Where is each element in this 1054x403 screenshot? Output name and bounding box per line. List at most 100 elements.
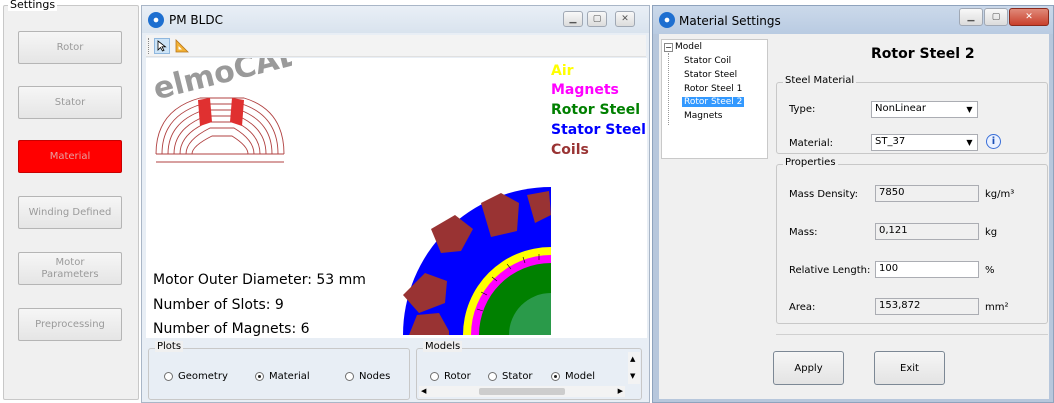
legend-air: Air — [551, 63, 574, 79]
material-label: Material: — [789, 138, 833, 149]
minimize-button[interactable]: ▁ — [959, 8, 983, 26]
app-icon — [659, 12, 675, 28]
hscroll-thumb[interactable] — [479, 388, 565, 395]
radio-dot — [164, 372, 173, 381]
exit-button-label: Exit — [900, 362, 919, 374]
minimize-button[interactable]: ▁ — [563, 11, 583, 27]
winding-defined-button[interactable]: Winding Defined — [18, 196, 122, 229]
pointer-icon[interactable] — [154, 38, 170, 54]
tree-line — [668, 53, 669, 125]
relative-length-label: Relative Length: — [789, 265, 871, 276]
legend-stator-steel: Stator Steel — [551, 122, 646, 138]
model-stator-radio[interactable]: Stator — [488, 371, 533, 382]
mass-density-field[interactable]: 7850 — [875, 185, 979, 202]
preprocessing-button-label: Preprocessing — [35, 318, 105, 330]
ruler-icon[interactable] — [174, 38, 190, 54]
winding-defined-button-label: Winding Defined — [28, 206, 112, 218]
plot-material-radio[interactable]: Material — [255, 371, 310, 382]
scroll-right-icon[interactable]: ▶ — [618, 387, 623, 395]
plot-nodes-label: Nodes — [359, 371, 391, 382]
material-settings-window: Material Settings ▁ ▢ ✕ − Model Stator C… — [652, 5, 1054, 403]
area-label: Area: — [789, 302, 816, 313]
plot-geometry-radio[interactable]: Geometry — [164, 371, 228, 382]
scroll-up-icon[interactable]: ▲ — [630, 355, 635, 363]
properties-group: Properties Mass Density: 7850 kg/m³ Mass… — [776, 157, 1048, 324]
tree-root-model[interactable]: Model — [675, 42, 702, 52]
maximize-button[interactable]: ▢ — [587, 11, 607, 27]
pm-bldc-window: PM BLDC ▁ ▢ ✕ elmoCAD Motor Outer Diamet… — [141, 5, 650, 403]
app-icon — [148, 12, 164, 28]
exit-button[interactable]: Exit — [874, 351, 945, 385]
maximize-button[interactable]: ▢ — [984, 8, 1008, 26]
legend-coils: Coils — [551, 142, 589, 158]
radio-dot — [488, 372, 497, 381]
area-field[interactable]: 153,872 — [875, 298, 979, 315]
area-unit: mm² — [985, 302, 1009, 313]
model-model-radio[interactable]: Model — [551, 371, 595, 382]
relative-length-field[interactable]: 100 — [875, 261, 979, 278]
tree-item-stator-coil[interactable]: Stator Coil — [684, 56, 731, 66]
settings-group: Settings Rotor Stator Material Winding D… — [3, 0, 139, 400]
radio-dot — [255, 372, 264, 381]
logo-text: elmoCAD — [152, 58, 292, 107]
legend-rotor-steel: Rotor Steel — [551, 102, 641, 118]
tree-collapse-icon[interactable]: − — [664, 43, 673, 52]
model-rotor-radio[interactable]: Rotor — [430, 371, 471, 382]
preprocessing-button[interactable]: Preprocessing — [18, 308, 122, 341]
mass-field[interactable]: 0,121 — [875, 223, 979, 240]
elmocad-logo: elmoCAD — [152, 58, 292, 163]
pm-bldc-title: PM BLDC — [169, 13, 223, 27]
divider — [776, 334, 1048, 335]
legend-magnets: Magnets — [551, 82, 619, 98]
motor-geometry-plot — [403, 187, 551, 335]
chevron-down-icon[interactable]: ▼ — [963, 136, 976, 149]
tree-item-magnets[interactable]: Magnets — [684, 111, 722, 121]
plot-material-label: Material — [269, 371, 310, 382]
material-settings-titlebar[interactable]: Material Settings ▁ ▢ ✕ — [653, 6, 1053, 34]
models-hscrollbar[interactable]: ◀ ▶ — [419, 386, 625, 397]
pm-bldc-titlebar[interactable]: PM BLDC ▁ ▢ ✕ — [142, 6, 649, 33]
material-select-value: ST_37 — [875, 136, 906, 147]
radio-dot — [430, 372, 439, 381]
chevron-down-icon[interactable]: ▼ — [963, 103, 976, 116]
models-vscrollbar[interactable]: ▲ ▼ — [628, 352, 640, 384]
scroll-left-icon[interactable]: ◀ — [421, 387, 426, 395]
outer-diameter-text: Motor Outer Diameter: 53 mm — [153, 272, 366, 288]
radio-dot — [345, 372, 354, 381]
tree-item-stator-steel[interactable]: Stator Steel — [684, 70, 737, 80]
material-settings-body: − Model Stator Coil Stator Steel Rotor S… — [659, 34, 1049, 399]
rotor-button-label: Rotor — [56, 41, 84, 53]
material-select[interactable]: ST_37 ▼ — [871, 134, 978, 151]
apply-button[interactable]: Apply — [773, 351, 844, 385]
model-model-label: Model — [565, 371, 596, 382]
scroll-down-icon[interactable]: ▼ — [630, 372, 635, 380]
motor-parameters-button-label: Motor Parameters — [41, 256, 99, 280]
models-legend: Models — [423, 341, 463, 352]
plot-nodes-radio[interactable]: Nodes — [345, 371, 390, 382]
tree-item-rotor-steel-1[interactable]: Rotor Steel 1 — [684, 84, 742, 94]
models-group: Models Rotor Stator Model ▲ ▼ ◀ ▶ — [416, 341, 642, 400]
material-button-label: Material — [49, 150, 91, 162]
close-button[interactable]: ✕ — [615, 11, 635, 27]
plots-group: Plots Geometry Material Nodes — [148, 341, 410, 400]
stator-button[interactable]: Stator — [18, 86, 122, 119]
mass-density-label: Mass Density: — [789, 189, 859, 200]
motor-canvas[interactable]: elmoCAD Motor Outer Diameter: 53 mm Numb… — [146, 58, 647, 338]
info-icon[interactable]: i — [986, 134, 1001, 149]
magnets-text: Number of Magnets: 6 — [153, 321, 310, 337]
steel-material-legend: Steel Material — [783, 75, 857, 86]
rotor-button[interactable]: Rotor — [18, 31, 122, 64]
slots-text: Number of Slots: 9 — [153, 297, 284, 313]
type-select[interactable]: NonLinear ▼ — [871, 101, 978, 118]
close-button[interactable]: ✕ — [1009, 8, 1049, 26]
mass-label: Mass: — [789, 227, 818, 238]
tree-item-rotor-steel-2[interactable]: Rotor Steel 2 — [682, 97, 745, 107]
motor-parameters-button[interactable]: Motor Parameters — [18, 252, 122, 285]
model-rotor-label: Rotor — [444, 371, 471, 382]
radio-dot — [551, 372, 560, 381]
type-select-value: NonLinear — [875, 103, 927, 114]
model-stator-label: Stator — [502, 371, 533, 382]
model-tree[interactable]: − Model Stator Coil Stator Steel Rotor S… — [661, 39, 768, 159]
type-label: Type: — [789, 104, 816, 115]
material-button[interactable]: Material — [18, 140, 122, 173]
